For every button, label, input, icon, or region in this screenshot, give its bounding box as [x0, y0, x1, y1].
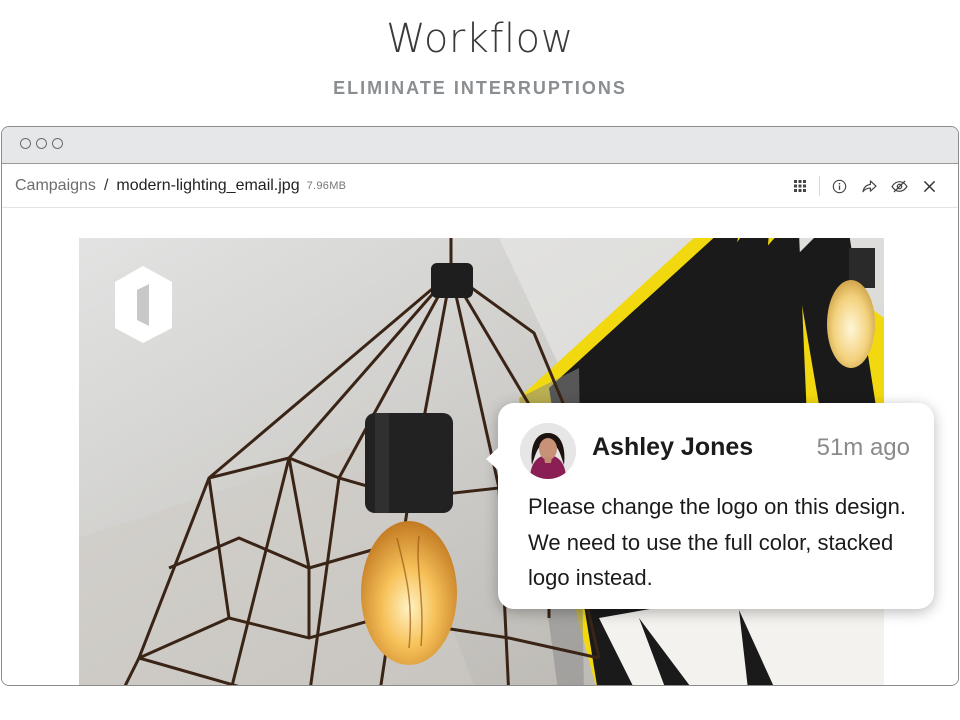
close-dot[interactable] — [20, 138, 31, 149]
comment-text: Please change the logo on this design. W… — [528, 494, 906, 590]
share-button[interactable] — [854, 171, 884, 201]
grid-view-button[interactable] — [785, 171, 815, 201]
window-controls — [20, 138, 63, 149]
close-viewer-button[interactable] — [914, 171, 944, 201]
breadcrumb-separator: / — [103, 176, 109, 194]
comment-author: Ashley Jones — [592, 433, 754, 461]
avatar — [520, 423, 576, 479]
brand-logo — [115, 266, 172, 343]
grid-icon — [794, 180, 806, 192]
toolbar-divider — [819, 176, 820, 196]
zoom-dot[interactable] — [52, 138, 63, 149]
file-toolbar: Campaigns / modern-lighting_email.jpg 7.… — [2, 164, 958, 208]
close-icon — [923, 180, 935, 192]
hide-comments-button[interactable] — [884, 171, 914, 201]
breadcrumb-campaigns[interactable]: Campaigns — [15, 177, 96, 195]
info-icon — [832, 179, 846, 193]
file-size-badge: 7.96MB — [306, 179, 347, 192]
hide-icon — [890, 179, 908, 193]
page-subtitle: ELIMINATE INTERRUPTIONS — [333, 78, 627, 98]
breadcrumb-file-name: modern-lighting_email.jpg — [116, 176, 300, 194]
minimize-dot[interactable] — [36, 138, 47, 149]
comment-timestamp: 51m ago — [816, 434, 910, 461]
window-titlebar — [2, 127, 958, 164]
page-title: Workflow — [386, 16, 574, 62]
comment-bubble[interactable]: Ashley Jones 51m ago Please change the l… — [486, 403, 934, 609]
info-button[interactable] — [824, 171, 854, 201]
toolbar-actions — [785, 164, 944, 208]
share-icon — [861, 179, 877, 192]
